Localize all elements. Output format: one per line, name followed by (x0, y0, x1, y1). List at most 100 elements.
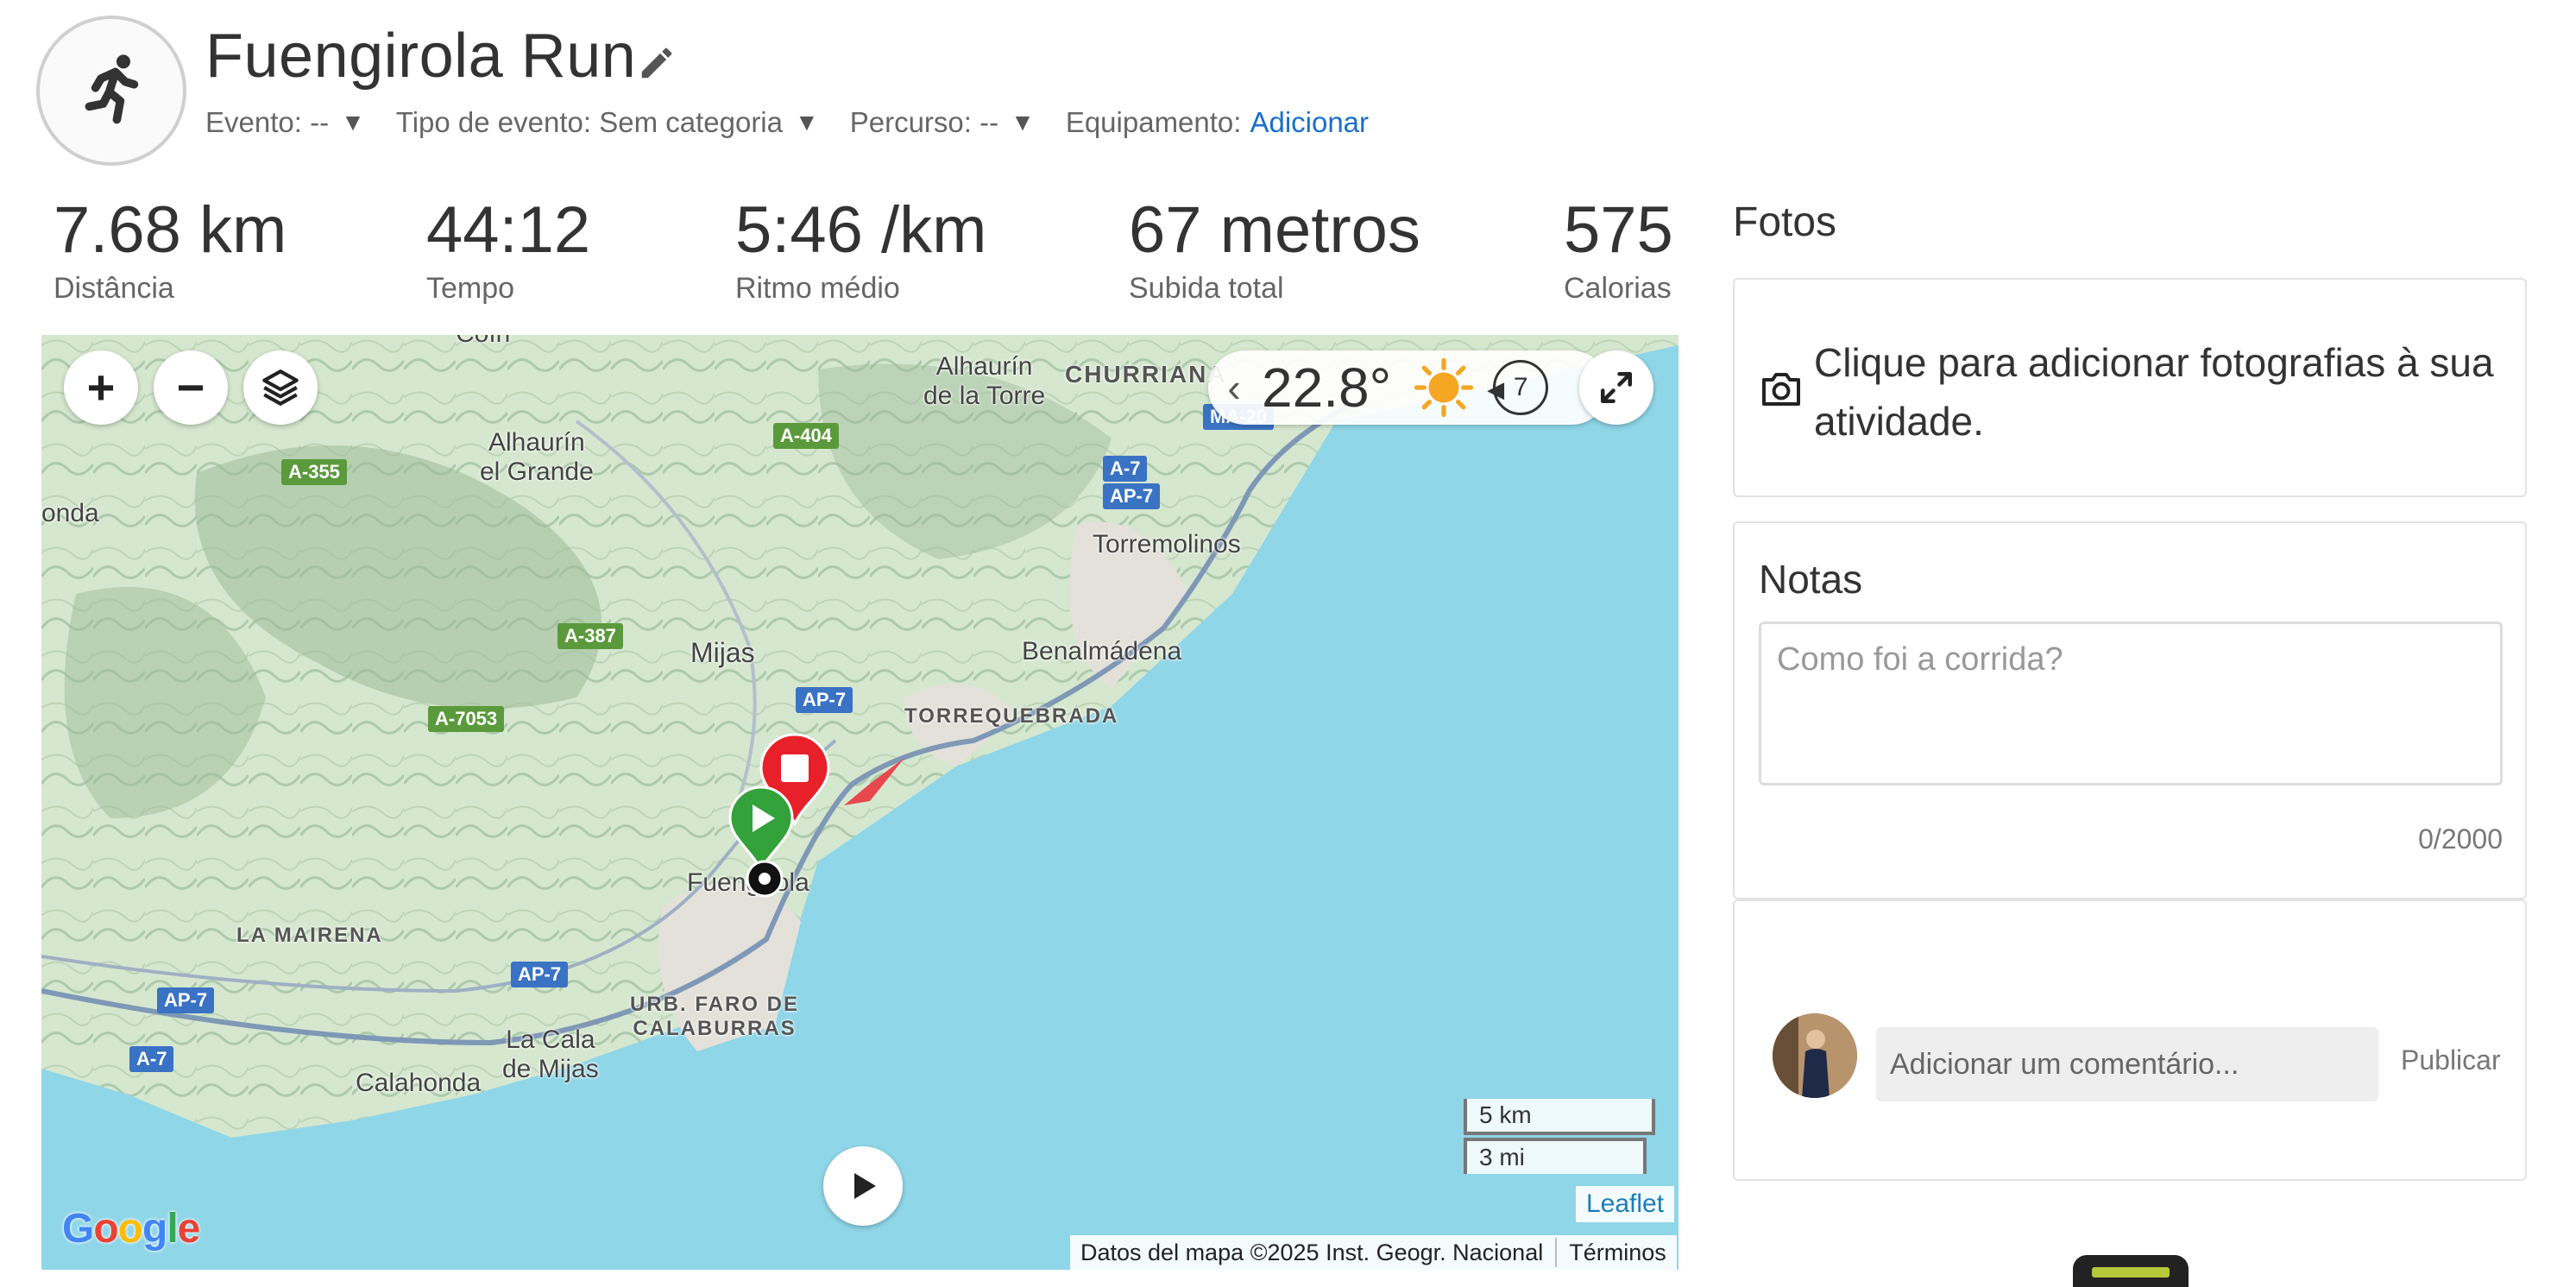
stat-value: 575 (1564, 193, 1673, 267)
comment-input[interactable]: Adicionar um comentário... (1876, 1027, 2378, 1101)
map-place-label: Torremolinos (1093, 530, 1241, 558)
terms-link[interactable]: Términos (1569, 1240, 1666, 1266)
notes-textarea[interactable]: Como foi a corrida? (1759, 621, 2503, 785)
add-equipment-link[interactable]: Adicionar (1250, 106, 1369, 139)
road-shield: A-7 (129, 1046, 174, 1072)
map-place-label: TORREQUEBRADA (904, 704, 1119, 728)
chevron-left-icon[interactable]: ‹ (1208, 364, 1260, 411)
map-label-line: Alhaurín (935, 352, 1033, 381)
photos-heading: Fotos (1733, 199, 1837, 245)
caret-down-icon: ▼ (1011, 109, 1035, 136)
stat-distance: 7.68 km Distância (54, 192, 287, 307)
attribution-text: Datos del mapa ©2025 Inst. Geogr. Nacion… (1080, 1239, 1544, 1265)
wind-speed-value: 7 (1513, 373, 1528, 401)
road-shield: A-387 (557, 623, 623, 649)
leaflet-link[interactable]: Leaflet (1576, 1186, 1675, 1222)
device-screen (2092, 1267, 2170, 1278)
divider (1555, 1238, 1558, 1267)
device-image (2073, 1255, 2189, 1287)
equipment-label: Equipamento: (1065, 106, 1242, 138)
event-type-dropdown[interactable]: Tipo de evento: Sem categoria ▼ (396, 106, 819, 139)
sun-icon (1414, 357, 1474, 418)
stat-label: Calorias (1564, 272, 1672, 305)
map-place-label: CHURRIANA (1065, 361, 1227, 388)
pencil-icon[interactable] (637, 43, 677, 83)
play-route-button[interactable] (823, 1146, 903, 1226)
notes-char-counter: 0/2000 (2418, 823, 2503, 855)
stat-label: Distância (54, 272, 174, 305)
course-dropdown[interactable]: Percurso: -- ▼ (850, 106, 1035, 139)
stat-value: 44:12 (426, 193, 591, 267)
zoom-out-button[interactable]: − (154, 350, 228, 425)
activity-meta-row: Evento: -- ▼ Tipo de evento: Sem categor… (205, 102, 1400, 143)
add-photos-text: Clique para adicionar fotografias à sua … (1814, 340, 2494, 444)
stat-elevation-gain: 67 metros Subida total (1129, 192, 1420, 307)
layers-icon (262, 369, 299, 406)
play-icon (854, 1173, 876, 1199)
event-dropdown[interactable]: Evento: -- ▼ (205, 106, 365, 139)
map-place-label: La Cala de Mijas (502, 1025, 599, 1084)
caret-down-icon: ▼ (795, 109, 819, 136)
camera-icon (1762, 373, 1800, 406)
stat-label: Tempo (426, 272, 515, 305)
publish-button[interactable]: Publicar (2401, 1044, 2501, 1076)
road-shield: AP-7 (157, 987, 215, 1013)
notes-card: Notas Como foi a corrida? 0/2000 (1733, 521, 2527, 899)
route-map[interactable]: Alhaurín de la Torre CHURRIANA Alhaurín … (41, 335, 1678, 1270)
event-type-dropdown-label: Tipo de evento: Sem categoria (395, 106, 783, 138)
map-place-label: Alhaurín el Grande (480, 428, 594, 487)
google-logo: Google (62, 1206, 200, 1252)
weather-widget: ‹ 22.8° ◀ 7 (1208, 350, 1609, 425)
stat-value: 7.68 km (54, 193, 287, 267)
stat-label: Ritmo médio (735, 272, 900, 305)
map-place-label: onda (41, 499, 99, 527)
current-position-marker (746, 860, 784, 898)
road-shield: A-7 (1103, 456, 1148, 482)
map-place-label: LA MAIRENA (236, 924, 383, 947)
map-place-label: Alhaurín de la Torre (923, 352, 1045, 411)
avatar (1773, 1013, 1857, 1098)
map-label-line: el Grande (480, 457, 594, 486)
stat-value: 5:46 /km (735, 193, 987, 267)
caret-down-icon: ▼ (341, 109, 365, 136)
running-person-icon (85, 54, 139, 124)
map-attribution: Datos del mapa ©2025 Inst. Geogr. Nacion… (1070, 1235, 1677, 1270)
minus-icon: − (176, 360, 205, 414)
stat-value: 67 metros (1129, 193, 1420, 267)
map-place-label: Mijas (690, 637, 755, 668)
course-dropdown-label: Percurso: -- (849, 106, 999, 138)
stat-time: 44:12 Tempo (426, 192, 590, 307)
plus-icon: + (86, 360, 116, 414)
road-shield: AP-7 (511, 962, 569, 987)
road-shield: A-355 (281, 459, 347, 485)
map-label-line: Alhaurín (488, 428, 585, 457)
event-dropdown-label: Evento: -- (205, 106, 330, 138)
map-place-label: Coín (456, 335, 510, 349)
map-scale-mi: 3 mi (1464, 1138, 1647, 1174)
map-scale-km: 5 km (1464, 1099, 1655, 1135)
map-label-line: de Mijas (502, 1055, 599, 1083)
temperature-value: 22.8° (1262, 356, 1392, 419)
layers-button[interactable] (243, 350, 318, 425)
notes-heading: Notas (1759, 557, 1863, 602)
map-place-label: Calahonda (356, 1069, 482, 1097)
zoom-in-button[interactable]: + (64, 350, 138, 425)
activity-type-badge (36, 16, 186, 166)
equipment-field: Equipamento: Adicionar (1066, 106, 1369, 139)
page-title: Fuengirola Run (205, 22, 637, 91)
fullscreen-button[interactable] (1579, 350, 1653, 425)
road-shield: AP-7 (796, 687, 853, 713)
stat-pace: 5:46 /km Ritmo médio (735, 192, 986, 307)
map-label-line: La Cala (506, 1025, 595, 1054)
stat-label: Subida total (1129, 272, 1284, 305)
map-label-line: URB. FARO DE (630, 993, 800, 1016)
road-shield: A-7053 (428, 706, 505, 732)
expand-icon (1600, 371, 1633, 404)
road-shield: AP-7 (1103, 483, 1161, 509)
stat-calories: 575 Calorias (1564, 192, 1673, 307)
map-place-label: Benalmádena (1022, 637, 1182, 666)
map-label-line: de la Torre (923, 382, 1046, 410)
wind-direction-arrow-icon: ◀ (1487, 376, 1505, 402)
add-photos-card[interactable]: Clique para adicionar fotografias à sua … (1733, 278, 2527, 497)
road-shield: A-404 (773, 423, 839, 449)
